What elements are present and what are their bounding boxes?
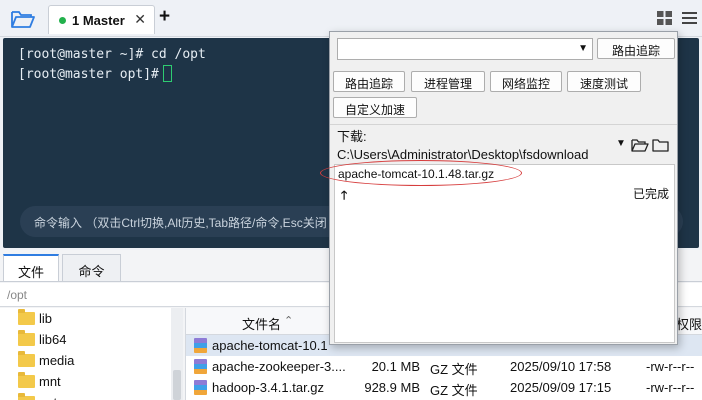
connection-status-dot	[59, 16, 66, 24]
tree-item-label: lib	[39, 310, 53, 326]
custom-acceleration-button[interactable]: 自定义加速	[333, 97, 417, 118]
open-folder-icon[interactable]	[631, 138, 649, 152]
download-path-label: 下载: C:\Users\Administrator\Desktop\fsdow…	[337, 129, 589, 162]
tree-item-label: mnt	[39, 373, 61, 389]
archive-file-icon	[194, 338, 207, 353]
close-icon[interactable]: ✕	[134, 11, 146, 28]
tree-item-mnt[interactable]: mnt	[18, 371, 61, 391]
tree-item-label: media	[39, 352, 75, 368]
file-size: 928.9 MB	[364, 380, 420, 395]
route-trace-run-button[interactable]: 路由追踪	[597, 38, 675, 59]
speed-test-button[interactable]: 速度测试	[567, 71, 641, 92]
folder-icon[interactable]	[652, 138, 669, 152]
download-list: apache-tomcat-10.1.48.tar.gz 🡑 已完成	[320, 160, 675, 343]
archive-file-icon	[194, 359, 207, 374]
file-name: hadoop-3.4.1.tar.gz	[212, 380, 325, 395]
sort-ascending-icon: ⌃	[284, 315, 294, 327]
tree-scrollbar[interactable]	[171, 308, 183, 400]
open-folder-icon[interactable]	[10, 8, 36, 30]
process-manager-button[interactable]: 进程管理	[411, 71, 485, 92]
tab-commands[interactable]: 命令	[62, 254, 121, 282]
scrollbar-thumb[interactable]	[173, 370, 181, 400]
folder-icon	[18, 392, 35, 400]
table-row[interactable]: apache-zookeeper-3.... 20.1 MB GZ 文件 202…	[186, 356, 702, 377]
highlight-ellipse	[320, 160, 522, 186]
terminal-prompt: [root@master opt]#	[18, 67, 159, 82]
archive-file-icon	[194, 380, 207, 395]
tab-master[interactable]: 1 Master ✕	[48, 5, 155, 34]
directory-tree: lib lib64 media mnt opt	[0, 308, 172, 400]
tree-item-label: opt	[39, 395, 57, 400]
terminal-line: [root@master ~]# cd /opt	[18, 47, 206, 62]
file-date: 2025/09/10 17:58	[510, 359, 612, 374]
file-name: apache-zookeeper-3....	[212, 359, 346, 374]
tab-files[interactable]: 文件	[3, 254, 59, 282]
dropdown-arrow-icon[interactable]: ▼	[578, 43, 588, 54]
target-host-select[interactable]: ▼	[337, 38, 593, 60]
file-size: 20.1 MB	[371, 359, 420, 374]
column-header-name[interactable]: 文件名	[242, 314, 281, 333]
grid-layout-icon[interactable]	[657, 11, 672, 25]
folder-icon	[18, 329, 35, 346]
table-row[interactable]: hadoop-3.4.1.tar.gz 928.9 MB GZ 文件 2025/…	[186, 377, 702, 398]
terminal-cursor	[162, 65, 172, 82]
file-type: GZ 文件	[430, 383, 478, 398]
network-monitor-button[interactable]: 网络监控	[490, 71, 562, 92]
tree-item-lib64[interactable]: lib64	[18, 329, 66, 349]
route-trace-button[interactable]: 路由追踪	[333, 71, 405, 92]
folder-icon	[18, 308, 35, 325]
file-type: GZ 文件	[430, 362, 478, 377]
file-permission: -rw-r--r--	[646, 359, 695, 374]
download-status: 已完成	[632, 187, 669, 201]
folder-icon	[18, 371, 35, 388]
column-header-permission[interactable]: 权限	[676, 314, 702, 333]
download-path-dropdown-icon[interactable]: ▼	[616, 138, 626, 149]
tree-item-label: lib64	[39, 331, 67, 347]
tree-item-lib[interactable]: lib	[18, 308, 52, 328]
up-arrow-icon: 🡑	[341, 188, 348, 202]
divider	[330, 124, 677, 125]
add-tab-button[interactable]: +	[159, 6, 170, 28]
tree-item-opt[interactable]: opt	[18, 392, 57, 400]
file-date: 2025/09/09 17:15	[510, 380, 612, 395]
tree-item-media[interactable]: media	[18, 350, 74, 370]
file-permission: -rw-r--r--	[646, 380, 695, 395]
terminal-line: [root@master opt]#	[18, 65, 172, 82]
network-tools-popup: ▼ 路由追踪 路由追踪 进程管理 网络监控 速度测试 自定义加速 下载: C:\…	[320, 31, 678, 345]
tab-label: 1 Master	[72, 12, 125, 28]
hamburger-menu-icon[interactable]	[682, 11, 697, 25]
folder-icon	[18, 350, 35, 367]
